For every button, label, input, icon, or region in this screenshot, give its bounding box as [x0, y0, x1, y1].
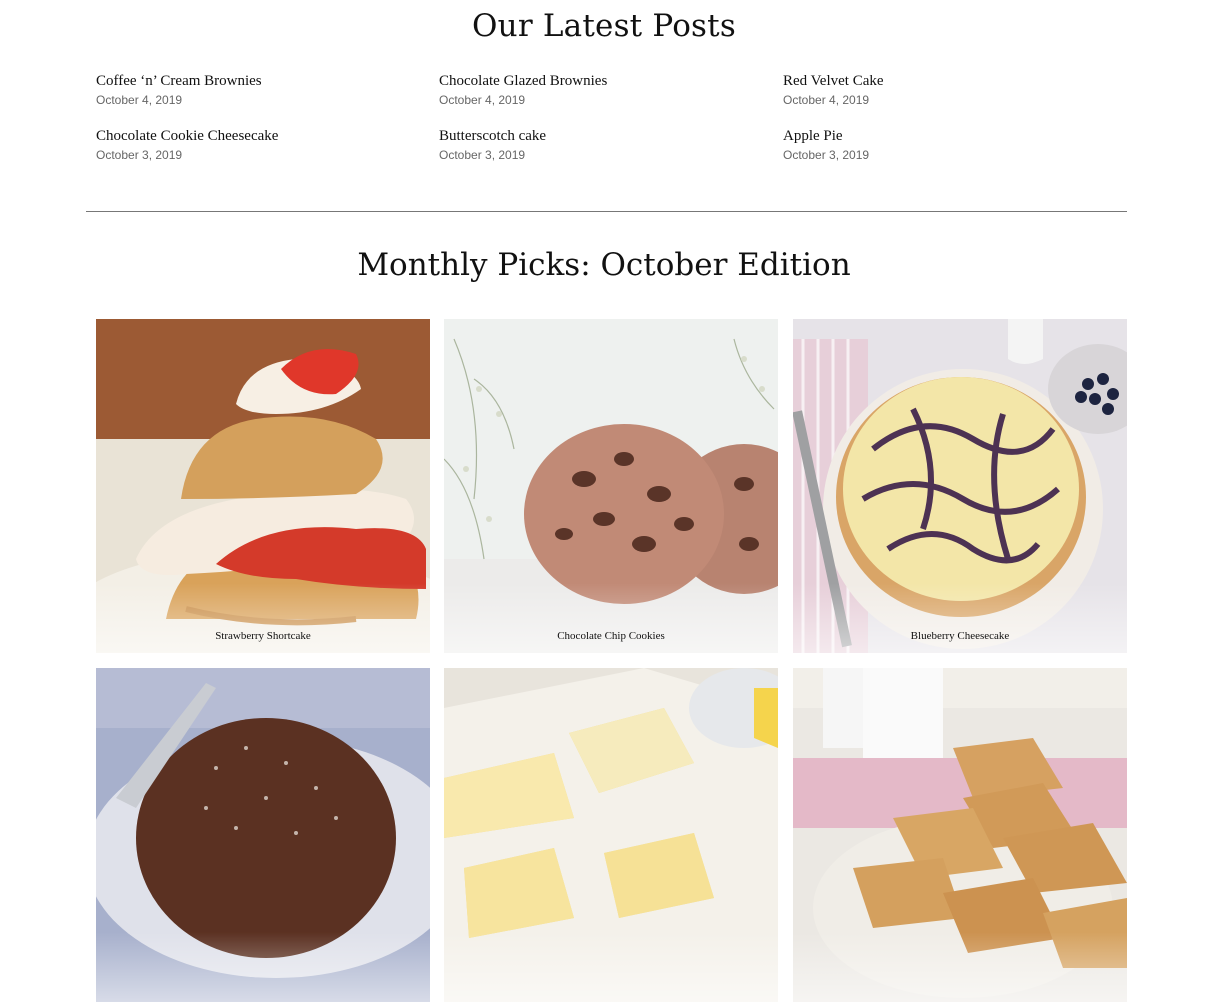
caption-overlay: [96, 932, 430, 1002]
caption-overlay: [444, 583, 778, 653]
post-title-link[interactable]: Coffee ‘n’ Cream Brownies: [96, 72, 396, 90]
pick-tile-chocolate-lava-cake[interactable]: [96, 668, 430, 1002]
caption-overlay: [793, 932, 1127, 1002]
post-item: Chocolate Cookie Cheesecake October 3, 2…: [96, 127, 396, 162]
post-date: October 3, 2019: [783, 148, 870, 162]
pick-caption: Chocolate Chip Cookies: [557, 630, 665, 642]
post-item: Coffee ‘n’ Cream Brownies October 4, 201…: [96, 72, 396, 107]
pick-caption: Strawberry Shortcake: [215, 630, 311, 642]
post-item: Chocolate Glazed Brownies October 4, 201…: [439, 72, 739, 107]
post-date: October 4, 2019: [783, 93, 870, 107]
pick-tile-chocolate-chip-cookies[interactable]: Chocolate Chip Cookies: [444, 319, 778, 653]
post-title-link[interactable]: Red Velvet Cake: [783, 72, 1083, 90]
post-title-link[interactable]: Chocolate Cookie Cheesecake: [96, 127, 396, 145]
pick-tile-blueberry-cheesecake[interactable]: Blueberry Cheesecake: [793, 319, 1127, 653]
caption-overlay: [793, 583, 1127, 653]
post-date: October 4, 2019: [439, 93, 526, 107]
post-item: Red Velvet Cake October 4, 2019: [783, 72, 1083, 107]
post-date: October 3, 2019: [96, 148, 183, 162]
post-title-link[interactable]: Apple Pie: [783, 127, 1083, 145]
latest-posts-heading: Our Latest Posts: [472, 8, 736, 44]
monthly-picks-heading: Monthly Picks: October Edition: [357, 247, 851, 283]
caption-overlay: [96, 583, 430, 653]
caption-overlay: [444, 932, 778, 1002]
pick-tile-blondie-bars[interactable]: [793, 668, 1127, 1002]
post-date: October 3, 2019: [439, 148, 526, 162]
section-divider: [86, 211, 1127, 212]
post-title-link[interactable]: Butterscotch cake: [439, 127, 739, 145]
pick-tile-lemon-bars[interactable]: [444, 668, 778, 1002]
post-item: Apple Pie October 3, 2019: [783, 127, 1083, 162]
pick-tile-strawberry-shortcake[interactable]: Strawberry Shortcake: [96, 319, 430, 653]
post-date: October 4, 2019: [96, 93, 183, 107]
post-item: Butterscotch cake October 3, 2019: [439, 127, 739, 162]
pick-caption: Blueberry Cheesecake: [910, 630, 1010, 642]
post-title-link[interactable]: Chocolate Glazed Brownies: [439, 72, 739, 90]
